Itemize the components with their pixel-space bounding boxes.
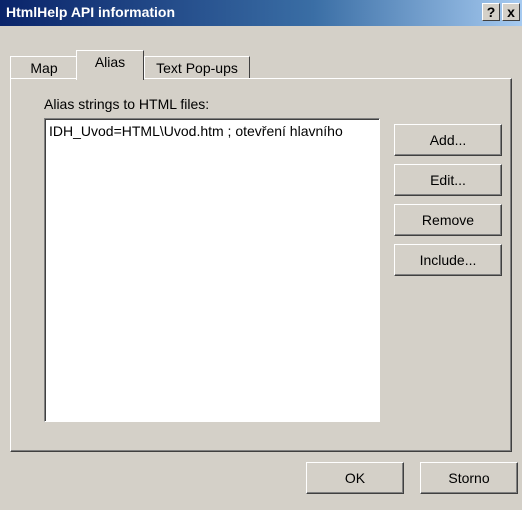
ok-button[interactable]: OK [306,462,404,494]
alias-listbox[interactable]: IDH_Uvod=HTML\Uvod.htm ; otevření hlavní… [44,118,380,422]
tab-text-popups[interactable]: Text Pop-ups [144,56,250,78]
help-button[interactable]: ? [482,3,500,21]
window-title: HtmlHelp API information [6,4,176,20]
dialog-window: HtmlHelp API information ? x Map Alias T… [0,0,522,510]
tab-alias[interactable]: Alias [76,50,144,80]
title-bar: HtmlHelp API information ? x [0,0,522,26]
remove-button[interactable]: Remove [394,204,502,236]
close-button[interactable]: x [502,3,520,21]
list-item[interactable]: IDH_Uvod=HTML\Uvod.htm ; otevření hlavní… [49,123,343,139]
alias-list-label: Alias strings to HTML files: [44,96,210,112]
add-button[interactable]: Add... [394,124,502,156]
tab-map[interactable]: Map [10,56,78,78]
include-button[interactable]: Include... [394,244,502,276]
edit-button[interactable]: Edit... [394,164,502,196]
cancel-button[interactable]: Storno [420,462,518,494]
